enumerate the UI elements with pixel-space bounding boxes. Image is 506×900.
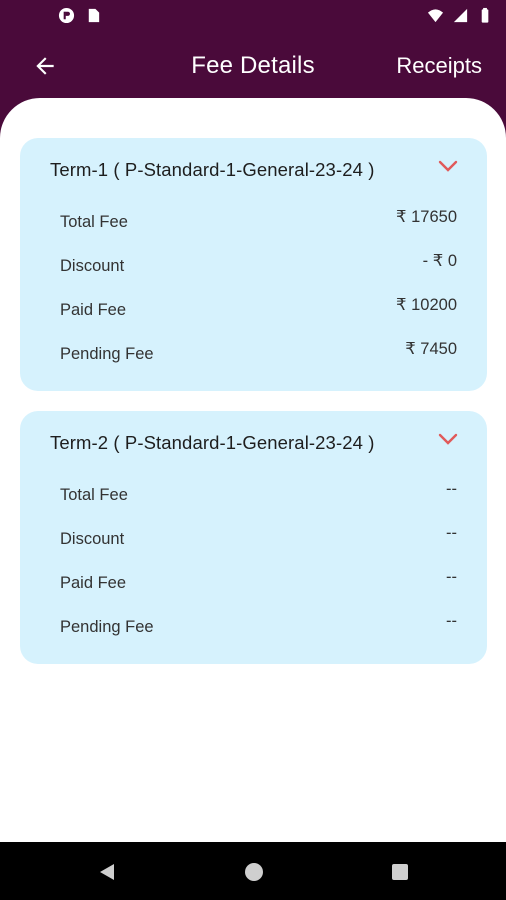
- fee-label: Total Fee: [60, 213, 128, 231]
- sim-card-icon: [88, 8, 100, 23]
- fee-value: ₹ 17650: [396, 208, 457, 226]
- fee-row-pending: Pending Fee --: [60, 612, 457, 642]
- home-circle-icon[interactable]: [243, 861, 265, 883]
- fee-label: Total Fee: [60, 486, 128, 504]
- chevron-down-icon[interactable]: [437, 158, 459, 174]
- term-card[interactable]: Term-1 ( P-Standard-1-General-23-24 ) To…: [20, 138, 487, 391]
- term-title: Term-1 ( P-Standard-1-General-23-24 ): [50, 159, 375, 180]
- fee-label: Discount: [60, 530, 125, 548]
- recents-square-icon[interactable]: [389, 861, 411, 883]
- back-triangle-icon[interactable]: [96, 861, 118, 883]
- fee-row-discount: Discount - ₹ 0: [60, 252, 457, 281]
- fee-row-paid: Paid Fee --: [60, 568, 457, 598]
- wifi-icon: [427, 9, 444, 23]
- fee-label: Pending Fee: [60, 618, 154, 636]
- fee-label: Discount: [60, 257, 125, 275]
- content-area: Term-1 ( P-Standard-1-General-23-24 ) To…: [0, 98, 506, 842]
- fee-value: ₹ 7450: [405, 340, 457, 358]
- fee-value: --: [446, 612, 457, 630]
- fee-value: --: [446, 568, 457, 586]
- fee-value: --: [446, 480, 457, 498]
- fee-row-discount: Discount --: [60, 524, 457, 554]
- fee-value: - ₹ 0: [422, 252, 457, 270]
- fee-row-total: Total Fee ₹ 17650: [60, 208, 457, 237]
- notification-app-icon: [58, 7, 75, 24]
- fee-row-paid: Paid Fee ₹ 10200: [60, 296, 457, 325]
- term-card[interactable]: Term-2 ( P-Standard-1-General-23-24 ) To…: [20, 411, 487, 664]
- system-nav-bar: [0, 842, 506, 900]
- app-bar: Fee Details Receipts: [0, 32, 506, 104]
- receipts-button[interactable]: Receipts: [396, 53, 482, 79]
- term-title: Term-2 ( P-Standard-1-General-23-24 ): [50, 432, 375, 453]
- status-bar: [0, 0, 506, 32]
- chevron-down-icon[interactable]: [437, 431, 459, 447]
- fee-label: Pending Fee: [60, 345, 154, 363]
- battery-icon: [481, 7, 489, 23]
- signal-icon: [453, 8, 468, 23]
- fee-row-total: Total Fee --: [60, 480, 457, 510]
- fee-value: --: [446, 524, 457, 542]
- fee-label: Paid Fee: [60, 574, 127, 592]
- fee-value: ₹ 10200: [396, 296, 457, 314]
- fee-row-pending: Pending Fee ₹ 7450: [60, 340, 457, 369]
- fee-label: Paid Fee: [60, 301, 127, 319]
